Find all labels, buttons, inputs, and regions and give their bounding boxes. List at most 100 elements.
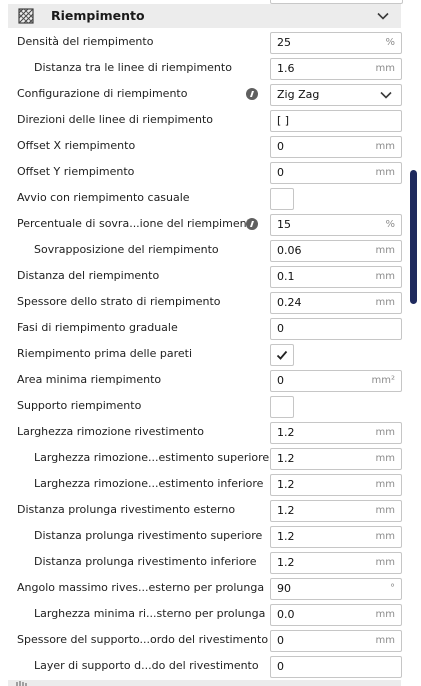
setting-value: 0.1	[277, 270, 295, 283]
setting-unit: %	[385, 219, 395, 230]
setting-value: 0	[277, 322, 284, 335]
setting-label: Spessore dello strato di riempimento	[17, 295, 221, 308]
setting-input[interactable]: 90 °	[270, 578, 402, 600]
setting-unit: mm²	[371, 375, 396, 386]
linked-setting-icon[interactable]	[246, 88, 258, 100]
setting-row: Distanza tra le linee di riempimento 1.6 m…	[0, 55, 410, 81]
setting-input[interactable]: 1.6 mm	[270, 58, 402, 80]
setting-input[interactable]: 1.2 mm	[270, 552, 402, 574]
setting-row: Larghezza minima ri...sterno per prolung…	[0, 601, 410, 627]
setting-label: Area minima riempimento	[17, 373, 162, 386]
setting-row: Distanza prolunga rivestimento superiore…	[0, 523, 410, 549]
setting-unit: mm	[375, 609, 395, 620]
setting-label: Larghezza rimozione rivestimento	[17, 425, 204, 438]
setting-input[interactable]: 0 mm	[270, 136, 402, 158]
setting-label: Densità del riempimento	[17, 35, 154, 48]
setting-label: Distanza tra le linee di riempimento	[34, 61, 232, 74]
setting-row: Densità del riempimento 25%	[0, 29, 410, 55]
setting-input[interactable]: 0.24 mm	[270, 292, 402, 314]
setting-unit: mm	[375, 635, 395, 646]
setting-unit: mm	[375, 531, 395, 542]
setting-value: 0.0	[277, 608, 295, 621]
setting-value: 1.2	[277, 556, 295, 569]
setting-input[interactable]: [ ]	[270, 110, 402, 132]
setting-label: Distanza prolunga rivestimento esterno	[17, 503, 236, 516]
setting-label: Angolo massimo rives...esterno per prolu…	[17, 581, 265, 594]
setting-row: Distanza prolunga rivestimento inferiore…	[0, 549, 410, 575]
setting-input[interactable]: 0.0 mm	[270, 604, 402, 626]
setting-unit: °	[390, 583, 395, 594]
setting-value: 0.06	[277, 244, 302, 257]
setting-value: 0	[277, 660, 284, 673]
setting-label: Fasi di riempimento graduale	[17, 321, 178, 334]
setting-input[interactable]: 1.2 mm	[270, 422, 402, 444]
setting-value: 0	[277, 374, 284, 387]
setting-value: 25	[277, 36, 291, 49]
setting-unit: mm	[375, 427, 395, 438]
setting-row: Distanza prolunga rivestimento esterno 1.…	[0, 497, 410, 523]
setting-unit: mm	[375, 167, 395, 178]
chevron-down-icon[interactable]	[376, 9, 390, 23]
setting-unit: mm	[375, 271, 395, 282]
setting-input[interactable]: 0 mm	[270, 630, 402, 652]
setting-checkbox[interactable]	[270, 396, 294, 418]
setting-value: 90	[277, 582, 291, 595]
setting-input[interactable]: 1.2 mm	[270, 500, 402, 522]
setting-row: Area minima riempimento 0 mm²	[0, 367, 410, 393]
setting-input[interactable]: 0 mm	[270, 162, 402, 184]
next-section-header[interactable]	[8, 680, 401, 686]
setting-row: Angolo massimo rives...esterno per prolu…	[0, 575, 410, 601]
setting-input[interactable]: 1.2 mm	[270, 526, 402, 548]
setting-dropdown[interactable]: Zig Zag	[270, 84, 402, 106]
setting-input[interactable]: 0.1 mm	[270, 266, 402, 288]
setting-label: Sovrapposizione del riempimento	[34, 243, 219, 256]
setting-unit: mm	[375, 557, 395, 568]
setting-unit: mm	[375, 479, 395, 490]
setting-checkbox[interactable]	[270, 188, 294, 210]
setting-value: 1.2	[277, 452, 295, 465]
setting-label: Larghezza rimozione...estimento inferior…	[34, 477, 264, 490]
setting-label: Distanza del riempimento	[17, 269, 160, 282]
settings-panel: Riempimento Densità del riempimento 25% Di…	[0, 0, 421, 686]
setting-input[interactable]: 0 mm²	[270, 370, 402, 392]
setting-label: Distanza prolunga rivestimento inferiore	[34, 555, 257, 568]
setting-value: 0.24	[277, 296, 302, 309]
setting-value: 0	[277, 634, 284, 647]
setting-row: Avvio con riempimento casuale	[0, 185, 410, 211]
setting-label: Percentuale di sovra...ione del riempime…	[17, 217, 258, 230]
setting-unit: mm	[375, 505, 395, 516]
setting-value: 1.2	[277, 478, 295, 491]
setting-value: 0	[277, 166, 284, 179]
scrollbar-thumb[interactable]	[410, 170, 417, 304]
linked-setting-icon[interactable]	[246, 218, 258, 230]
setting-input[interactable]: 1.2 mm	[270, 474, 402, 496]
section-header-infill[interactable]: Riempimento	[8, 4, 401, 28]
setting-unit: mm	[375, 297, 395, 308]
setting-input[interactable]: 0	[270, 318, 402, 340]
setting-value: 1.2	[277, 426, 295, 439]
setting-input[interactable]: 25%	[270, 32, 402, 54]
setting-row: Spessore del supporto...ordo del rivesti…	[0, 627, 410, 653]
setting-checkbox[interactable]	[270, 344, 294, 366]
setting-input[interactable]: 0	[270, 656, 402, 678]
setting-input[interactable]: 15%	[270, 214, 402, 236]
setting-input[interactable]: 1.2 mm	[270, 448, 402, 470]
next-section-icon	[16, 681, 27, 686]
setting-unit: mm	[375, 63, 395, 74]
setting-row: Layer di supporto d...do del rivestiment…	[0, 653, 410, 679]
setting-label: Offset Y riempimento	[17, 165, 135, 178]
setting-row: Distanza del riempimento 0.1 mm	[0, 263, 410, 289]
setting-label: Layer di supporto d...do del rivestiment…	[34, 659, 259, 672]
setting-row: Fasi di riempimento graduale 0	[0, 315, 410, 341]
setting-row: Offset Y riempimento 0 mm	[0, 159, 410, 185]
chevron-down-icon	[380, 91, 392, 99]
infill-grid-icon	[18, 8, 34, 24]
setting-row: Sovrapposizione del riempimento 0.06 mm	[0, 237, 410, 263]
setting-label: Riempimento prima delle pareti	[17, 347, 192, 360]
setting-label: Larghezza minima ri...sterno per prolung…	[34, 607, 266, 620]
setting-input[interactable]: 0.06 mm	[270, 240, 402, 262]
setting-unit: mm	[375, 453, 395, 464]
setting-row: Configurazione di riempimento Zig Zag	[0, 81, 410, 107]
setting-value: 0	[277, 140, 284, 153]
setting-value: 1.2	[277, 504, 295, 517]
